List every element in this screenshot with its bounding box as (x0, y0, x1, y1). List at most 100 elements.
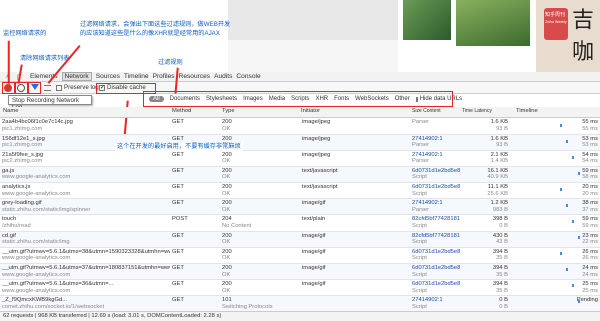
cell-initiator_sub-value: Parser (412, 158, 430, 165)
cell-time: 53 ms 53 ms (510, 134, 600, 150)
cell-latency-value: 59 ms (582, 223, 598, 230)
list-view-icon[interactable] (44, 85, 51, 91)
cell-latency-value: 22 ms (582, 239, 598, 246)
timeline-bar (578, 300, 580, 303)
cell-method-value: GET (172, 232, 184, 239)
cell-content-value: 983 B (492, 206, 508, 213)
timeline-bar (566, 268, 568, 271)
cell-initiator-value[interactable]: 27414902:1 (412, 297, 443, 303)
cell-method-value: GET (172, 297, 184, 304)
tab-profiles[interactable]: Profiles (153, 73, 175, 80)
cell-initiator: 6d0731d1e2bd5e8af05644e46a7c...Script (410, 264, 460, 280)
cell-size: 1.6 KB 93 B (460, 118, 510, 134)
tab-audits[interactable]: Audits (214, 73, 232, 80)
cell-initiator: 27414902:1 Parser (410, 134, 460, 150)
table-row[interactable]: __utm.gif?utmwv=5.6.1&utms=38&utmn=15903… (0, 247, 600, 264)
col-time[interactable]: Time Latency (462, 108, 492, 114)
cell-initiator: 82cfd5bf77428181fe82efc1699...Script (410, 215, 460, 231)
col-method[interactable]: Method (172, 108, 191, 114)
tab-network[interactable]: Network (61, 72, 92, 81)
highlight-filter (28, 82, 41, 94)
cell-initiator-value[interactable]: 82cfd5bf77428181fe82efc1699... (412, 216, 460, 222)
cell-name-value: _Z_f9QmcxKWB9kgGd... (2, 297, 68, 304)
cell-time-value: 55 ms (582, 119, 598, 125)
timeline-bar (566, 204, 568, 207)
cell-time-value: 59 ms (582, 216, 598, 223)
cell-size: 398 B0 B (460, 215, 510, 231)
cell-initiator-value[interactable]: 82cfd5bf77428181fe82efc1699... (412, 233, 460, 239)
cell-type: image/jpeg (300, 134, 410, 150)
cell-initiator-value[interactable]: 6d0731d1e2bd5e8af05644e46a7c... (412, 281, 460, 287)
table-row[interactable]: cd.gif static.zhihu.com/static/img GET 200 O… (0, 231, 600, 248)
cell-time: 59 ms 58 ms (510, 166, 600, 182)
col-type[interactable]: Type (222, 108, 235, 114)
cell-initiator: 6d0731d1e2bd5e8af05644e46a7c...Script (410, 247, 460, 263)
tab-resources[interactable]: Resources (179, 73, 211, 80)
cell-domain-value: www.google-analytics.com (2, 287, 71, 294)
cell-initiator_sub-value: Parser (412, 142, 430, 149)
banner-caption: 知乎周刊 (545, 12, 566, 18)
cell-initiator-value[interactable]: 6d0731d1e2bd5e8af05644e46a7c... (412, 168, 460, 174)
cell-size-value: 1.6 KB (490, 119, 508, 125)
cell-size: 11.1 KB 25.6 KB (460, 183, 510, 199)
cell-time-value: 26 ms (582, 248, 598, 255)
table-row[interactable]: 156df12e1_s.jpgpic1.zhimg.comGET200OKima… (0, 134, 600, 151)
highlight-filter-bar (143, 91, 453, 107)
cell-status-value: 200 (222, 184, 232, 191)
cell-method: POST (170, 215, 220, 231)
cell-type-value: image/jpeg (302, 151, 331, 158)
cell-size-value: 11.1 KB (487, 184, 508, 191)
cell-initiator-value[interactable]: 27414902:1 (412, 200, 443, 206)
cell-initiator-value[interactable]: 27414902:1 (412, 152, 443, 158)
tab-console[interactable]: Console (236, 73, 260, 80)
cell-time-value: 23 ms (582, 232, 598, 239)
cell-name: __utm.gif?utmwv=5.6.1&utms=36&utmn=... ww… (0, 280, 170, 296)
table-row[interactable]: __utm.gif?utmwv=5.6.1&utms=36&utmn=... ww… (0, 280, 600, 296)
cell-initiator-value[interactable]: 27414902:1 (412, 136, 443, 142)
cell-time: Pending (510, 296, 600, 311)
table-row[interactable]: ga.js www.google-analytics.com GET 200 OK tex… (0, 166, 600, 183)
cell-size-value: 394 B (492, 248, 508, 255)
cell-type-value: image/gif (302, 281, 326, 288)
table-row[interactable]: 2aa4b4bc06f1c0e7c14c.jpg pic1.zhimg.com GE… (0, 118, 600, 134)
cell-name: 2aa4b4bc06f1c0e7c14c.jpg pic1.zhimg.com (0, 118, 170, 134)
table-row[interactable]: _Z_f9QmcxKWB9kgGd... comet.zhihu.com/sock… (0, 295, 600, 311)
cell-latency-value: 58 ms (582, 174, 598, 181)
cell-status-value: 200 (222, 281, 232, 288)
table-row[interactable]: grey-loading.gif static.zhihu.com/static/… (0, 198, 600, 215)
cell-status: 200OK (220, 150, 300, 166)
cell-type-value: text/javascript (302, 184, 338, 191)
cell-status-value: 200 (222, 135, 232, 142)
table-row[interactable]: analytics.js www.google-analytics.com GET 2… (0, 183, 600, 199)
cell-domain-value: www.google-analytics.com (2, 174, 71, 181)
table-row[interactable]: __utm.gif?utmwv=5.6.1&utms=37&utmn=18083… (0, 263, 600, 280)
cell-time-value: 24 ms (582, 265, 598, 271)
col-size[interactable]: Size Content (412, 108, 441, 114)
cell-name-value: 21a5f9fee_s.jpg (2, 151, 44, 158)
cell-status: 200OK (220, 118, 300, 134)
cell-name: __utm.gif?utmwv=5.6.1&utms=38&utmn=15903… (0, 247, 170, 263)
cell-name-value: __utm.gif?utmwv=5.6.1&utms=38&utmn=15903… (2, 248, 170, 255)
col-timeline[interactable]: Timeline (516, 108, 538, 114)
cell-name: grey-loading.gif static.zhihu.com/static/… (0, 199, 170, 215)
cell-initiator-value[interactable]: 6d0731d1e2bd5e8af05644e46a7c... (412, 184, 460, 190)
record-tooltip: Stop Recording Network Log (8, 95, 92, 111)
col-initiator[interactable]: Initiator (301, 108, 320, 114)
cell-size: 394 B 35 B (460, 247, 510, 263)
timeline-bar (566, 140, 568, 143)
cell-latency-value: 37 ms (582, 206, 598, 213)
table-row[interactable]: touch/zhihu/read POST 204 No Content text/pl… (0, 215, 600, 232)
cell-initiator-value[interactable]: 6d0731d1e2bd5e8af05644e46a7c... (412, 265, 460, 271)
preserve-log-label: Preserve log (64, 84, 99, 91)
tab-sources[interactable]: Sources (96, 73, 120, 80)
cell-domain-value: comet.zhihu.com/socket.io/1/websocket (2, 303, 105, 310)
cell-initiator: 6d0731d1e2bd5e8af05644e46a7c...Script (410, 166, 460, 182)
tab-timeline[interactable]: Timeline (124, 73, 149, 80)
table-row[interactable]: 21a5f9fee_s.jpg pic2.zhimg.com GET 200 OK ima… (0, 150, 600, 167)
preserve-log-checkbox[interactable] (56, 85, 62, 91)
cell-status: 200OK (220, 166, 300, 182)
col-name[interactable]: Name (3, 108, 18, 114)
cell-name-value: touch (2, 216, 17, 223)
timeline-bar (572, 284, 574, 287)
cell-initiator-value[interactable]: 6d0731d1e2bd5e8af05644e46a7c... (412, 249, 460, 255)
